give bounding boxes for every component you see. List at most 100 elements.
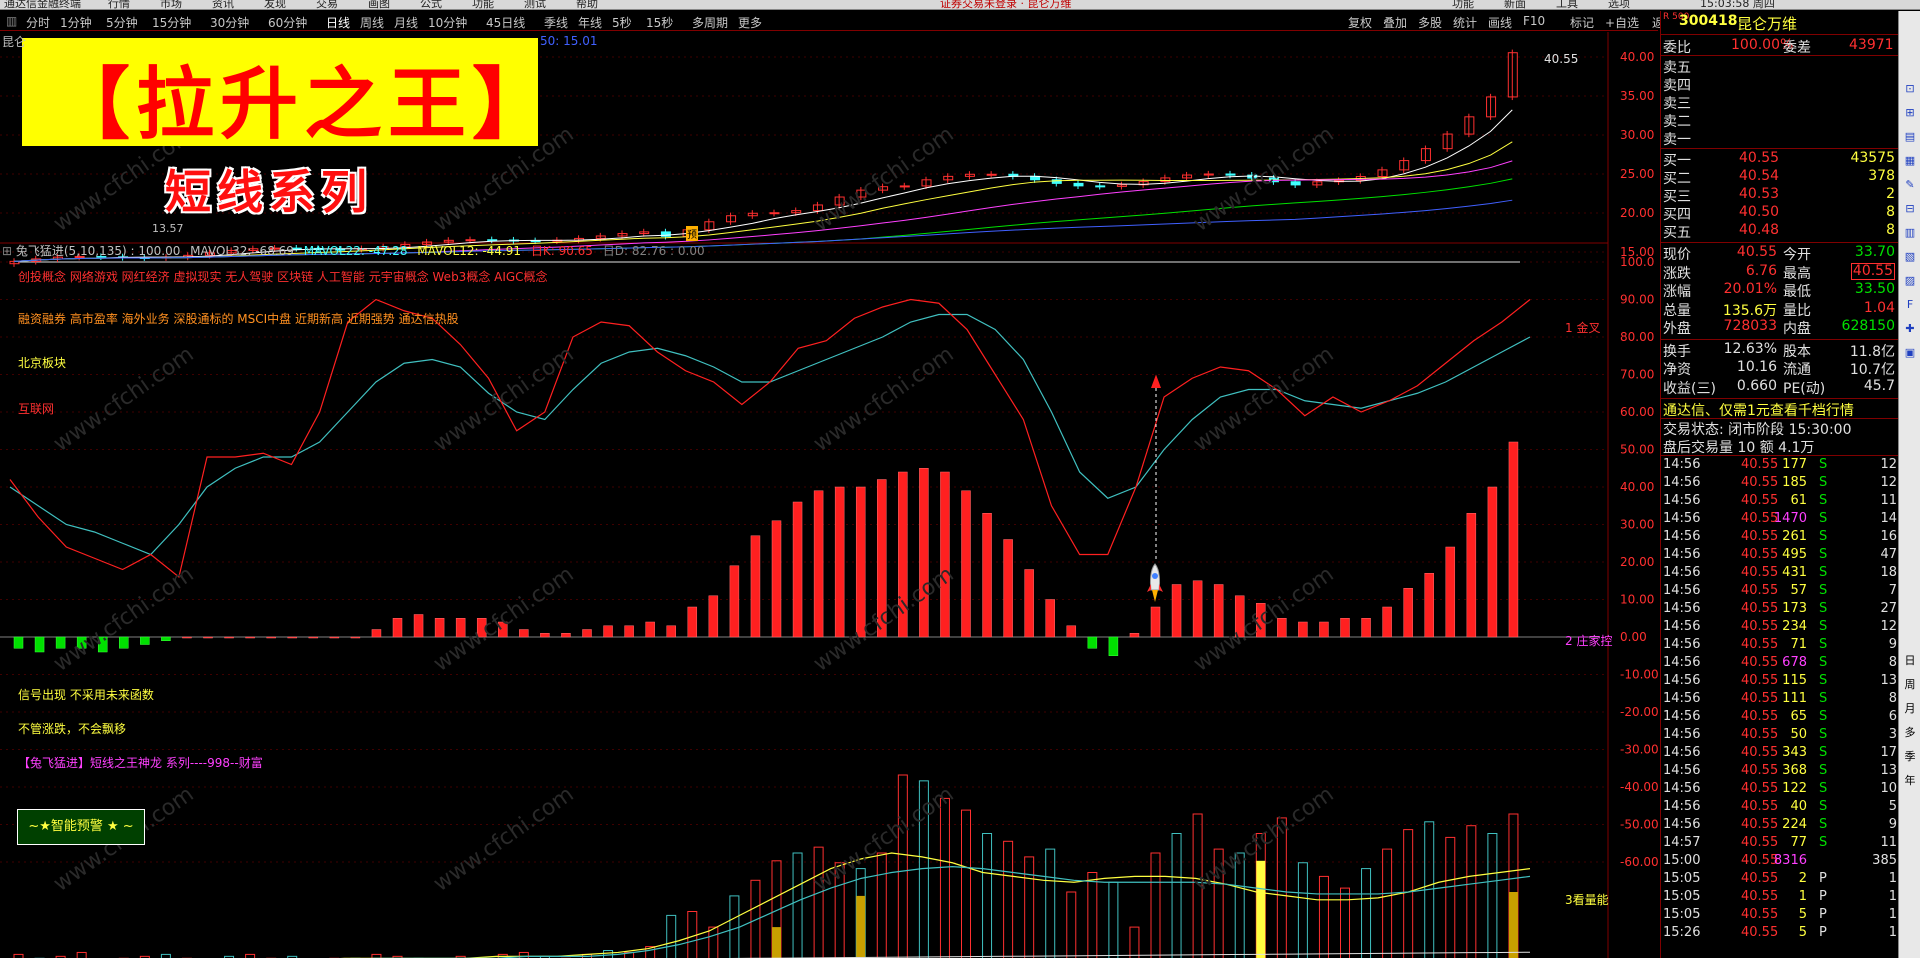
side-tool-icon[interactable]: F bbox=[1902, 297, 1918, 313]
tick-time: 14:56 bbox=[1663, 583, 1701, 598]
buy-level-row[interactable]: 买三 40.53 2 bbox=[1661, 186, 1899, 205]
sell-level-row[interactable]: 卖一 bbox=[1661, 129, 1899, 148]
period-tab[interactable]: 15秒 bbox=[646, 14, 673, 31]
indicator-axis-label: 30.00 bbox=[1620, 518, 1654, 532]
indicator-bar bbox=[1066, 625, 1077, 638]
menu-item[interactable]: 资讯 bbox=[212, 0, 234, 9]
stat-label: 流通 bbox=[1783, 362, 1811, 378]
side-period-tab[interactable]: 年 bbox=[1902, 773, 1918, 789]
period-tab[interactable]: 5分钟 bbox=[106, 14, 138, 31]
buy-level-row[interactable]: 买四 40.50 8 bbox=[1661, 204, 1899, 223]
stat-value: 11.8亿 bbox=[1849, 343, 1895, 360]
menu-right-item[interactable]: 功能 bbox=[1452, 0, 1474, 9]
menu-item[interactable]: 通达信金融终端 bbox=[4, 0, 81, 9]
sell-level-row[interactable]: 卖四 bbox=[1661, 75, 1899, 94]
toolbar-tool[interactable]: 多股 bbox=[1418, 14, 1442, 31]
toolbar-tool[interactable]: 标记 bbox=[1570, 14, 1594, 31]
tick-count: 13 bbox=[1880, 763, 1897, 778]
buy-level-row[interactable]: 买二 40.54 378 bbox=[1661, 168, 1899, 187]
period-tab[interactable]: 分时 bbox=[26, 14, 50, 31]
menu-item[interactable]: 交易 bbox=[316, 0, 338, 9]
side-tool-icon[interactable]: ✚ bbox=[1902, 321, 1918, 337]
menu-item[interactable]: 公式 bbox=[420, 0, 442, 9]
toolbar-toggle-icon[interactable]: ▥ bbox=[6, 14, 17, 28]
menu-right-item[interactable]: 新面 bbox=[1504, 0, 1526, 9]
side-tool-icon[interactable]: ▧ bbox=[1902, 249, 1918, 265]
tick-row: 14:56 40.55 71 S 9 bbox=[1661, 637, 1899, 655]
side-period-tab[interactable]: 日 bbox=[1902, 653, 1918, 669]
side-period-tab[interactable]: 多 bbox=[1902, 725, 1918, 741]
period-tab[interactable]: 季线 bbox=[544, 14, 568, 31]
menu-item[interactable]: 帮助 bbox=[576, 0, 598, 9]
period-tab[interactable]: 周线 bbox=[360, 14, 384, 31]
tick-price: 40.55 bbox=[1741, 925, 1779, 940]
side-tool-icon[interactable]: ⊞ bbox=[1902, 105, 1918, 121]
side-tool-icon[interactable]: ⊡ bbox=[1902, 81, 1918, 97]
side-period-tab[interactable]: 月 bbox=[1902, 701, 1918, 717]
menu-item[interactable]: 画图 bbox=[368, 0, 390, 9]
toolbar-tool[interactable]: 画线 bbox=[1488, 14, 1512, 31]
buy-level-row[interactable]: 买一 40.55 43575 bbox=[1661, 150, 1899, 169]
period-tab[interactable]: 更多 bbox=[738, 14, 762, 31]
tick-price: 40.55 bbox=[1741, 493, 1779, 508]
indicator-collapse-icon[interactable]: ⊞ bbox=[2, 244, 16, 258]
sell-level-label: 卖五 bbox=[1663, 60, 1691, 76]
toolbar-tool[interactable]: 统计 bbox=[1453, 14, 1477, 31]
tick-time: 14:56 bbox=[1663, 637, 1701, 652]
side-tool-icon[interactable]: ▤ bbox=[1902, 129, 1918, 145]
tick-volume: 115 bbox=[1782, 673, 1807, 688]
indicator-bar bbox=[140, 636, 150, 645]
period-tab[interactable]: 15分钟 bbox=[152, 14, 191, 31]
smart-alert-button[interactable]: ~★智能预警 ★ ~ bbox=[17, 809, 145, 845]
menu-right-item[interactable]: 工具 bbox=[1556, 0, 1578, 9]
indicator-bar bbox=[982, 513, 992, 638]
tick-time: 14:56 bbox=[1663, 745, 1701, 760]
side-period-tab[interactable]: 季 bbox=[1902, 749, 1918, 765]
side-tool-icon[interactable]: ▦ bbox=[1902, 153, 1918, 169]
buy-level-price: 40.50 bbox=[1739, 204, 1780, 220]
toolbar-tool[interactable]: 叠加 bbox=[1383, 14, 1407, 31]
period-tab[interactable]: 60分钟 bbox=[268, 14, 307, 31]
menu-item[interactable]: 发现 bbox=[264, 0, 286, 9]
period-tab[interactable]: 45日线 bbox=[486, 14, 525, 31]
menu-right-item[interactable]: 选项 bbox=[1608, 0, 1630, 9]
side-tool-icon[interactable]: ▣ bbox=[1902, 345, 1918, 361]
period-tab[interactable]: 日线 bbox=[326, 14, 350, 31]
sell-level-row[interactable]: 卖三 bbox=[1661, 93, 1899, 112]
tick-price: 40.55 bbox=[1741, 799, 1779, 814]
side-tool-icon[interactable]: ▥ bbox=[1902, 225, 1918, 241]
menu-item[interactable]: 功能 bbox=[472, 0, 494, 9]
tick-time: 14:56 bbox=[1663, 817, 1701, 832]
period-tab[interactable]: 30分钟 bbox=[210, 14, 249, 31]
side-period-tab[interactable]: 周 bbox=[1902, 677, 1918, 693]
indicator-name[interactable]: 兔飞猛进(5,10,135) : 100.00 bbox=[16, 244, 180, 258]
side-tool-icon[interactable]: ⊟ bbox=[1902, 201, 1918, 217]
toolbar-tool[interactable]: +自选 bbox=[1605, 14, 1639, 31]
period-tab[interactable]: 年线 bbox=[578, 14, 602, 31]
sell-level-row[interactable]: 卖五 bbox=[1661, 57, 1899, 76]
period-tab[interactable]: 10分钟 bbox=[428, 14, 467, 31]
indicator-bar bbox=[1150, 606, 1161, 638]
menu-item[interactable]: 行情 bbox=[108, 0, 130, 9]
tick-volume: 77 bbox=[1790, 835, 1807, 850]
tick-volume: 8316 bbox=[1773, 853, 1807, 868]
menu-item[interactable]: 市场 bbox=[160, 0, 182, 9]
toolbar-tool[interactable]: 复权 bbox=[1348, 14, 1372, 31]
tick-count: 7 bbox=[1888, 583, 1897, 598]
buy-level-row[interactable]: 买五 40.48 8 bbox=[1661, 222, 1899, 241]
toolbar-tool[interactable]: F10 bbox=[1523, 14, 1545, 28]
period-tab[interactable]: 5秒 bbox=[612, 14, 632, 31]
separator bbox=[1661, 338, 1899, 340]
sell-level-row[interactable]: 卖二 bbox=[1661, 111, 1899, 130]
stock-code[interactable]: 300418 bbox=[1679, 13, 1737, 29]
tick-volume: 65 bbox=[1790, 709, 1807, 724]
side-tool-icon[interactable]: ✎ bbox=[1902, 177, 1918, 193]
period-tab[interactable]: 月线 bbox=[394, 14, 418, 31]
period-tab[interactable]: 1分钟 bbox=[60, 14, 92, 31]
stock-name[interactable]: 昆仑万维 bbox=[1737, 13, 1797, 34]
separator bbox=[1661, 34, 1899, 35]
period-tab[interactable]: 多周期 bbox=[692, 14, 728, 31]
side-tool-icon[interactable]: ▨ bbox=[1902, 273, 1918, 289]
level2-promo-link[interactable]: 通达信、仅需1元查看千档行情 bbox=[1661, 400, 1899, 419]
menu-item[interactable]: 测试 bbox=[524, 0, 546, 9]
